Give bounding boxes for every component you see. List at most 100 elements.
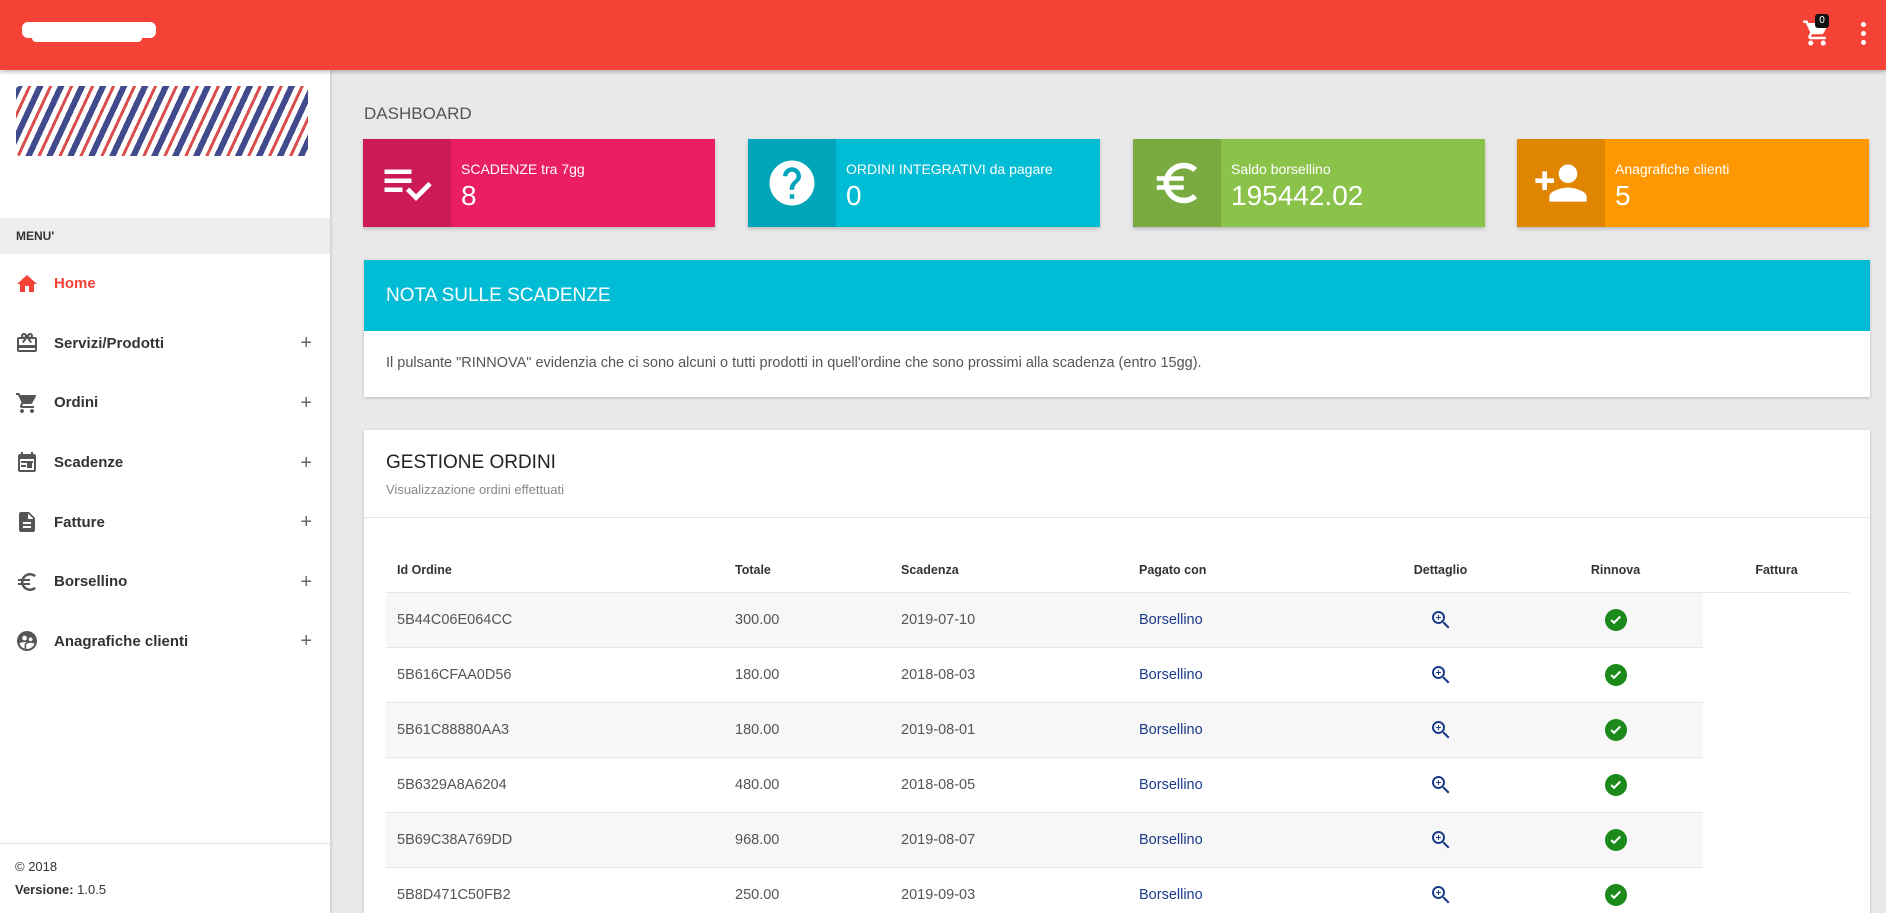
sidebar-item-label: Borsellino: [54, 573, 128, 591]
info-box-number: 5: [1615, 180, 1631, 211]
sidebar-item-scadenze[interactable]: Scadenze +: [0, 433, 330, 493]
more-vert-icon: [1860, 22, 1866, 27]
order-expiry-cell: 2018-08-03: [890, 647, 1128, 703]
zoom-in-icon[interactable]: [1429, 663, 1453, 687]
order-detail-cell: [1353, 867, 1528, 913]
zoom-in-icon[interactable]: [1429, 718, 1453, 742]
order-invoice-cell: [1703, 812, 1850, 867]
sidebar-item-label: Servizi/Prodotti: [54, 334, 165, 352]
order-detail-cell: [1353, 757, 1528, 813]
cart-count-badge: 0: [1815, 14, 1829, 28]
order-payment-link[interactable]: Borsellino: [1128, 757, 1353, 813]
zoom-in-icon[interactable]: [1429, 773, 1453, 797]
expand-icon[interactable]: +: [300, 453, 312, 473]
info-box-number: 0: [846, 180, 862, 211]
sidebar-item-fatture[interactable]: Fatture +: [0, 492, 330, 552]
table-row: 5B69C38A769DD 968.00 2019-08-07 Borsellino: [386, 812, 1850, 868]
order-payment-link[interactable]: Borsellino: [1128, 867, 1353, 913]
version-value: 1.0.5: [77, 882, 107, 897]
sidebar-item-home[interactable]: Home: [0, 254, 330, 314]
order-id-cell: 5B6329A8A6204: [386, 757, 724, 813]
version-label: Versione:: [15, 882, 74, 897]
order-total-cell: 180.00: [724, 702, 890, 758]
column-header-id-ordine[interactable]: Id Ordine: [386, 548, 724, 593]
sidebar-item-borsellino[interactable]: Borsellino +: [0, 552, 330, 612]
order-payment-link[interactable]: Borsellino: [1128, 812, 1353, 868]
playlist-check-icon: [363, 139, 451, 227]
order-renew-cell: [1528, 867, 1703, 913]
sidebar-item-servizi-prodotti[interactable]: Servizi/Prodotti +: [0, 314, 330, 374]
order-detail-cell: [1353, 812, 1528, 868]
order-invoice-cell: [1703, 647, 1850, 702]
note-body: Il pulsante "RINNOVA" evidenzia che ci s…: [386, 355, 1202, 371]
info-box-anagrafiche-clienti[interactable]: Anagrafiche clienti 5: [1517, 139, 1869, 227]
euro-icon: [1133, 139, 1221, 227]
order-renew-cell: [1528, 812, 1703, 868]
order-payment-link[interactable]: Borsellino: [1128, 702, 1353, 758]
home-icon: [14, 271, 40, 297]
check-circle-icon[interactable]: [1604, 773, 1628, 797]
order-detail-cell: [1353, 592, 1528, 648]
sidebar-item-label: Anagrafiche clienti: [54, 632, 189, 650]
orders-title: GESTIONE ORDINI: [386, 452, 556, 473]
table-row: 5B8D471C50FB2 250.00 2019-09-03 Borsellino: [386, 867, 1850, 913]
info-box-saldo-borsellino[interactable]: Saldo borsellino 195442.02: [1133, 139, 1485, 227]
order-total-cell: 968.00: [724, 812, 890, 868]
info-box-scadenze[interactable]: SCADENZE tra 7gg 8: [363, 139, 715, 227]
order-id-cell: 5B8D471C50FB2: [386, 867, 724, 913]
euro-icon: [14, 569, 40, 595]
orders-subtitle: Visualizzazione ordini effettuati: [386, 482, 565, 497]
zoom-in-icon[interactable]: [1429, 828, 1453, 852]
order-expiry-cell: 2018-08-05: [890, 757, 1128, 813]
more-options-button[interactable]: [1856, 20, 1870, 46]
check-circle-icon[interactable]: [1604, 663, 1628, 687]
zoom-in-icon[interactable]: [1429, 883, 1453, 907]
expand-icon[interactable]: +: [300, 512, 312, 532]
sidebar-item-anagrafiche-clienti[interactable]: Anagrafiche clienti +: [0, 612, 330, 672]
order-total-cell: 300.00: [724, 592, 890, 648]
info-box-label: Saldo borsellino: [1231, 161, 1331, 177]
expand-icon[interactable]: +: [300, 631, 312, 651]
order-payment-link[interactable]: Borsellino: [1128, 647, 1353, 703]
check-circle-icon[interactable]: [1604, 608, 1628, 632]
column-header-scadenza[interactable]: Scadenza: [890, 548, 1128, 593]
note-title: NOTA SULLE SCADENZE: [364, 260, 1870, 331]
orders-card-header: GESTIONE ORDINI Visualizzazione ordini e…: [364, 430, 1870, 518]
order-id-cell: 5B616CFAA0D56: [386, 647, 724, 703]
order-expiry-cell: 2019-08-01: [890, 702, 1128, 758]
order-payment-link[interactable]: Borsellino: [1128, 592, 1353, 648]
check-circle-icon[interactable]: [1604, 828, 1628, 852]
document-icon: [14, 509, 40, 535]
info-box-label: ORDINI INTEGRATIVI da pagare: [846, 161, 1053, 177]
order-renew-cell: [1528, 592, 1703, 648]
cart-icon: [14, 390, 40, 416]
sidebar-item-label: Scadenze: [54, 454, 124, 472]
column-header-totale[interactable]: Totale: [724, 548, 890, 593]
column-header-pagato-con[interactable]: Pagato con: [1128, 548, 1353, 593]
table-row: 5B61C88880AA3 180.00 2019-08-01 Borsellino: [386, 702, 1850, 758]
expand-icon[interactable]: +: [300, 333, 312, 353]
zoom-in-icon[interactable]: [1429, 608, 1453, 632]
order-invoice-cell: [1703, 757, 1850, 812]
order-expiry-cell: 2019-08-07: [890, 812, 1128, 868]
order-id-cell: 5B44C06E064CC: [386, 592, 724, 648]
expand-icon[interactable]: +: [300, 572, 312, 592]
check-circle-icon[interactable]: [1604, 883, 1628, 907]
orders-card: GESTIONE ORDINI Visualizzazione ordini e…: [364, 430, 1870, 913]
info-box-ordini-integrativi[interactable]: ORDINI INTEGRATIVI da pagare 0: [748, 139, 1100, 227]
table-row: 5B6329A8A6204 480.00 2018-08-05 Borsellino: [386, 757, 1850, 813]
order-detail-cell: [1353, 702, 1528, 758]
order-total-cell: 180.00: [724, 647, 890, 703]
check-circle-icon[interactable]: [1604, 718, 1628, 742]
person-add-icon: [1517, 139, 1605, 227]
expand-icon[interactable]: +: [300, 393, 312, 413]
order-detail-cell: [1353, 647, 1528, 703]
brand-logo-redacted: [22, 22, 156, 42]
page-title: DASHBOARD: [364, 104, 472, 123]
order-total-cell: 250.00: [724, 867, 890, 913]
column-header-rinnova: Rinnova: [1528, 548, 1703, 593]
calendar-icon: [14, 450, 40, 476]
sidebar-item-ordini[interactable]: Ordini +: [0, 373, 330, 433]
order-id-cell: 5B61C88880AA3: [386, 702, 724, 758]
order-renew-cell: [1528, 647, 1703, 703]
